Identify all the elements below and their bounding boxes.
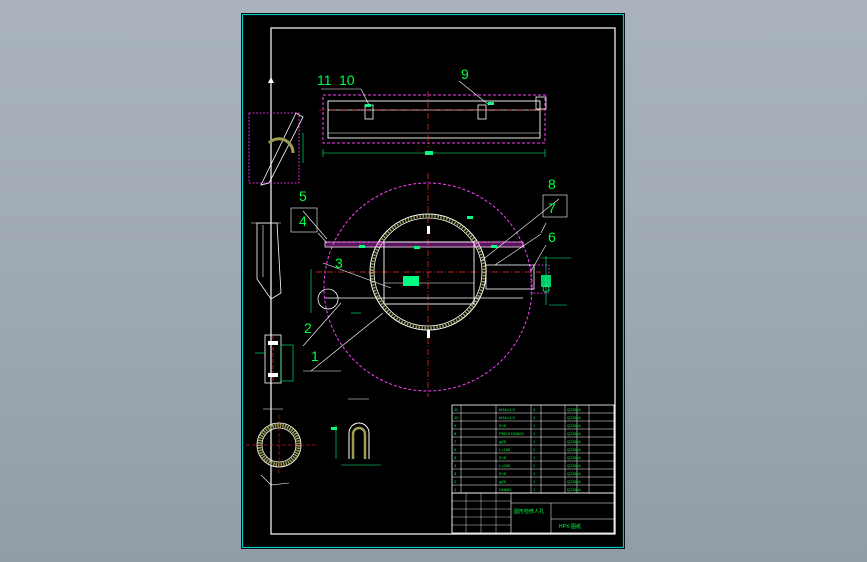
table-cell-qty: 1 [533, 487, 536, 492]
part-label-7: 7 [548, 200, 556, 216]
part-label-2: 2 [304, 320, 312, 336]
table-cell-qty: 4 [533, 407, 536, 412]
part-label-5: 5 [299, 188, 307, 204]
part-label-8: 8 [548, 176, 556, 192]
cad-drawing: 11 10 9 8 7 6 5 4 3 2 1 11 M16×1.5 4 Q235-A… [241, 13, 625, 549]
handle-detail [331, 398, 381, 466]
title-block-drawing-no: HPX-图纸 [559, 523, 581, 530]
table-cell-spec: δ=6 [499, 423, 507, 428]
table-cell-material: Q235-A [567, 407, 581, 412]
part-label-1: 1 [311, 348, 319, 364]
part-label-10: 10 [339, 72, 355, 88]
table-cell-spec: δ=8 [499, 455, 507, 460]
table-cell-material: Q235-A [567, 415, 581, 420]
part-label-3: 3 [335, 255, 343, 271]
table-cell-material: Q235-A [567, 447, 581, 452]
table-cell-qty: 1 [533, 479, 536, 484]
part-number-labels: 11 10 9 8 7 6 5 4 3 2 1 [299, 66, 556, 364]
table-cell-spec: φ25 [499, 439, 507, 444]
table-cell-qty: 1 [533, 431, 536, 436]
table-cell-material: Q235-A [567, 439, 581, 444]
table-cell-qty: 1 [533, 471, 536, 476]
table-cell-qty: 1 [533, 423, 536, 428]
table-cell-spec: DN600 [499, 487, 512, 492]
table-cell-qty: 1 [533, 439, 536, 444]
title-block-name: 圆形检修人孔 [514, 508, 544, 515]
table-cell-spec: L=150 [499, 447, 511, 452]
table-cell-no: 6 [454, 447, 457, 452]
part-label-6: 6 [548, 229, 556, 245]
table-cell-material: Q235-A [567, 471, 581, 476]
table-cell-no: 4 [454, 463, 457, 468]
table-cell-material: Q235-A [567, 479, 581, 484]
table-cell-no: 7 [454, 439, 457, 444]
main-view [310, 173, 571, 397]
table-cell-spec: φ20 [499, 479, 507, 484]
table-cell-no: 8 [454, 431, 457, 436]
table-cell-material: Q235-A [567, 463, 581, 468]
table-cell-no: 2 [454, 479, 457, 484]
table-cell-material: Q235-A [567, 431, 581, 436]
table-cell-no: 11 [454, 407, 459, 412]
table-cell-qty: 2 [533, 463, 536, 468]
part-label-4: 4 [299, 213, 307, 229]
table-cell-qty: 4 [533, 415, 536, 420]
drawing-sheet: 11 10 9 8 7 6 5 4 3 2 1 11 M16×1.5 4 Q235-A… [241, 13, 625, 549]
table-cell-spec: PN0.6 DN600 [499, 431, 524, 436]
table-cell-qty: 2 [533, 447, 536, 452]
table-cell-no: 3 [454, 471, 457, 476]
table-cell-no: 9 [454, 423, 457, 428]
left-detail-views [246, 77, 316, 486]
table-cell-spec: δ=6 [499, 471, 507, 476]
part-label-11: 11 [317, 72, 332, 88]
table-cell-qty: 1 [533, 455, 536, 460]
top-view-cover [319, 91, 551, 157]
table-cell-material: Q235-A [567, 423, 581, 428]
part-label-9: 9 [461, 66, 469, 82]
table-cell-material: Q235-A [567, 487, 581, 492]
table-cell-spec: M16×1.5 [499, 415, 515, 420]
parts-table-text: 11 M16×1.5 4 Q235-A10 M16×1.5 4 Q235-A9 δ=6 1 Q23… [454, 407, 581, 492]
table-cell-no: 5 [454, 455, 457, 460]
table-cell-no: 10 [454, 415, 459, 420]
table-cell-spec: L=200 [499, 463, 511, 468]
table-cell-spec: M16×1.5 [499, 407, 515, 412]
table-cell-material: Q235-A [567, 455, 581, 460]
table-cell-no: 1 [454, 487, 457, 492]
